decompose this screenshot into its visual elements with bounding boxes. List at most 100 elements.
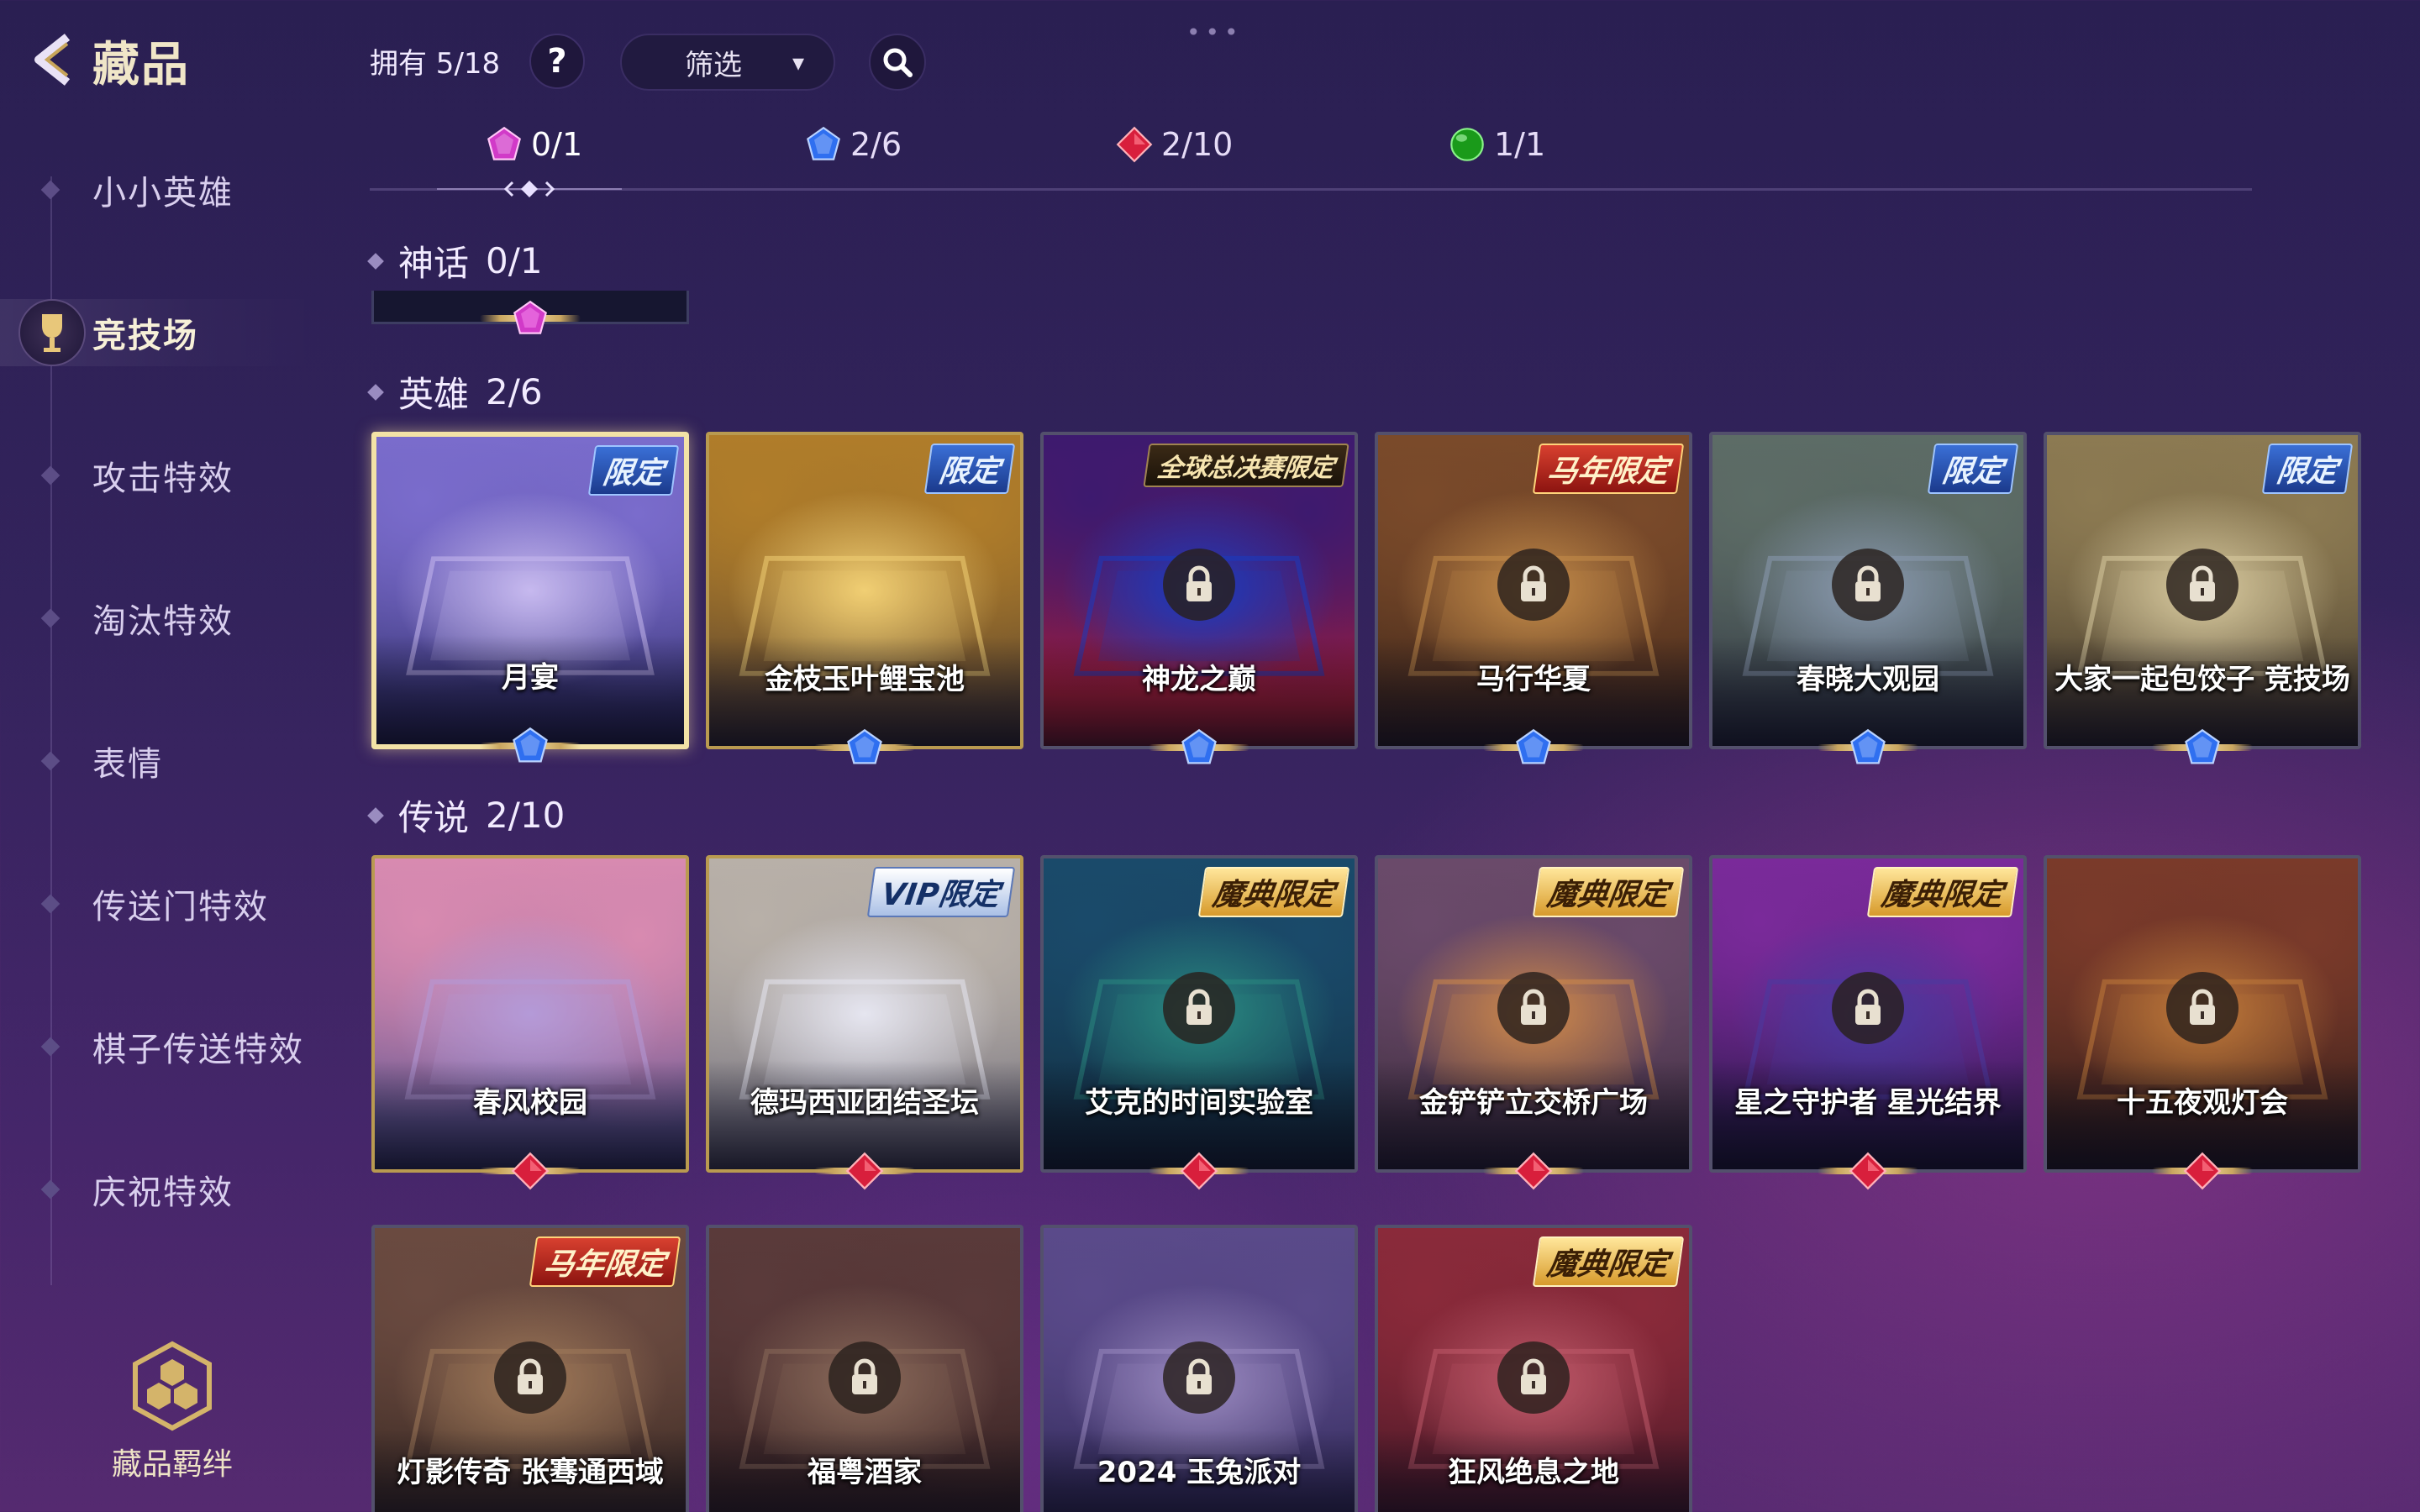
tab-count: 2/10	[1161, 126, 1234, 163]
sidebar-bullet-icon	[40, 608, 60, 628]
legendary-arena-card[interactable]: 福粤酒家	[706, 1225, 1023, 1512]
legendary-arena-card[interactable]: 魔典限定 星之守护者 星光结界	[1709, 855, 2027, 1190]
active-tab-indicator	[437, 181, 622, 197]
tab-red[interactable]: 2/10	[1116, 126, 1233, 163]
arena-name: 狂风绝息之地	[1448, 1456, 1619, 1489]
rarity-gem-slot	[2152, 727, 2253, 768]
sidebar-item-7[interactable]: 庆祝特效	[0, 1156, 319, 1223]
tab-purple[interactable]: 0/1	[486, 126, 582, 163]
diamond-bullet-icon	[367, 383, 384, 401]
red-gem-icon	[1116, 126, 1153, 163]
back-arrow-icon	[24, 29, 86, 94]
tab-count: 2/6	[850, 126, 902, 163]
epic-arena-card[interactable]: 限定 月宴	[371, 432, 689, 763]
legendary-arena-card[interactable]: 十五夜观灯会	[2044, 855, 2361, 1190]
lock-icon	[1497, 1341, 1570, 1414]
mythic-gem-slot	[480, 298, 581, 339]
sidebar-item-label: 淘汰特效	[92, 602, 234, 641]
arena-name: 艾克的时间实验室	[1085, 1086, 1313, 1120]
sidebar-bullet-icon	[40, 1179, 60, 1200]
arena-name: 星之守护者 星光结界	[1734, 1086, 2002, 1120]
lock-icon	[1163, 1341, 1235, 1414]
limited-badge: 马年限定	[529, 1236, 681, 1287]
legendary-arena-card[interactable]: 春风校园	[371, 855, 689, 1190]
epic-arena-card[interactable]: 限定 春晓大观园	[1709, 432, 2027, 764]
sidebar-bullet-icon	[40, 465, 60, 486]
chevron-down-icon: ▾	[792, 48, 805, 76]
arena-name: 月宴	[502, 661, 559, 695]
filter-label: 筛选	[684, 48, 742, 82]
legendary-section-header: 传说 2/10	[367, 790, 565, 841]
rarity-gem-slot	[814, 727, 915, 768]
sidebar-item-1[interactable]: 竞技场	[0, 299, 319, 366]
blue-gem-icon	[1181, 728, 1217, 764]
window-drag-handle[interactable]: •••	[1186, 18, 1244, 46]
lock-icon	[1832, 971, 1904, 1044]
trophy-icon	[18, 299, 86, 366]
arena-name: 金枝玉叶鲤宝池	[765, 663, 965, 696]
legendary-arena-card[interactable]: VIP限定 德玛西亚团结圣坛	[706, 855, 1023, 1190]
rarity-gem-slot	[480, 726, 581, 766]
arena-name: 十五夜观灯会	[2117, 1086, 2288, 1120]
tab-count: 0/1	[531, 126, 583, 163]
epic-arena-card[interactable]: 限定 金枝玉叶鲤宝池	[706, 432, 1023, 764]
sidebar-item-3[interactable]: 淘汰特效	[0, 585, 319, 652]
sidebar-item-label: 小小英雄	[92, 174, 234, 213]
rarity-gem-slot	[1149, 727, 1249, 768]
blue-gem-icon	[2185, 728, 2220, 764]
purple-gem-icon	[513, 300, 547, 334]
sidebar-item-2[interactable]: 攻击特效	[0, 442, 319, 509]
limited-badge: 限定	[1927, 444, 2019, 494]
sidebar-bullet-icon	[40, 894, 60, 914]
arena-artwork	[375, 858, 686, 1169]
limited-badge: 限定	[2261, 444, 2354, 494]
legendary-arena-card[interactable]: 魔典限定 狂风绝息之地	[1375, 1225, 1692, 1512]
arena-name: 春风校园	[473, 1086, 587, 1120]
epic-arena-card[interactable]: 马年限定 马行华夏	[1375, 432, 1692, 764]
legendary-arena-card[interactable]: 魔典限定 金铲铲立交桥广场	[1375, 855, 1692, 1190]
search-icon	[883, 48, 913, 77]
arena-name: 2024 玉兔派对	[1097, 1456, 1302, 1489]
blue-gem-icon	[1516, 728, 1551, 764]
sidebar-item-0[interactable]: 小小英雄	[0, 156, 319, 223]
legendary-arena-card[interactable]: 魔典限定 艾克的时间实验室	[1040, 855, 1358, 1190]
arena-name: 大家一起包饺子 竞技场	[2054, 663, 2350, 696]
tab-blue[interactable]: 2/6	[805, 126, 902, 163]
legendary-arena-card[interactable]: 2024 玉兔派对	[1040, 1225, 1358, 1512]
red-gem-icon	[511, 1152, 550, 1190]
sidebar-bullet-icon	[40, 751, 60, 771]
rarity-gem-slot	[814, 1151, 915, 1191]
collection-bond-label: 藏品羁绊	[111, 1447, 233, 1482]
rarity-gem-slot	[1818, 1151, 1918, 1191]
help-button[interactable]: ?	[529, 34, 585, 89]
search-button[interactable]	[869, 34, 926, 91]
lock-icon	[1163, 548, 1235, 621]
sidebar-item-4[interactable]: 表情	[0, 727, 319, 795]
limited-badge: 马年限定	[1532, 444, 1685, 494]
mythic-count: 0/1	[486, 240, 543, 281]
blue-gem-icon	[513, 727, 548, 763]
page-title: 藏品	[92, 38, 190, 92]
purple-gem-icon	[487, 126, 521, 160]
rarity-gem-slot	[1483, 727, 1584, 768]
limited-badge: 魔典限定	[1532, 867, 1685, 917]
back-button[interactable]: 藏品	[24, 27, 190, 95]
lock-icon	[2166, 971, 2238, 1044]
filter-dropdown[interactable]: 筛选 ▾	[620, 34, 835, 91]
arena-name: 德玛西亚团结圣坛	[750, 1086, 979, 1120]
blue-gem-icon	[807, 126, 840, 160]
legendary-title: 传说	[398, 797, 470, 838]
collection-bond-button[interactable]: 藏品羁绊	[109, 1341, 235, 1483]
lock-icon	[1832, 548, 1904, 621]
sidebar-item-label: 攻击特效	[92, 459, 234, 498]
sidebar-item-5[interactable]: 传送门特效	[0, 870, 319, 937]
epic-title: 英雄	[398, 374, 470, 415]
blue-gem-icon	[847, 728, 882, 764]
epic-arena-card[interactable]: 限定大家一起包饺子 竞技场	[2044, 432, 2361, 764]
tab-green[interactable]: 1/1	[1449, 126, 1545, 163]
mythic-section-header: 神话 0/1	[367, 235, 543, 286]
epic-arena-card[interactable]: 全球总决赛限定 神龙之巅	[1040, 432, 1358, 764]
sidebar-item-6[interactable]: 棋子传送特效	[0, 1013, 319, 1080]
mythic-card-strip[interactable]	[371, 291, 689, 334]
legendary-arena-card[interactable]: 马年限定 灯影传奇 张骞通西域	[371, 1225, 689, 1512]
